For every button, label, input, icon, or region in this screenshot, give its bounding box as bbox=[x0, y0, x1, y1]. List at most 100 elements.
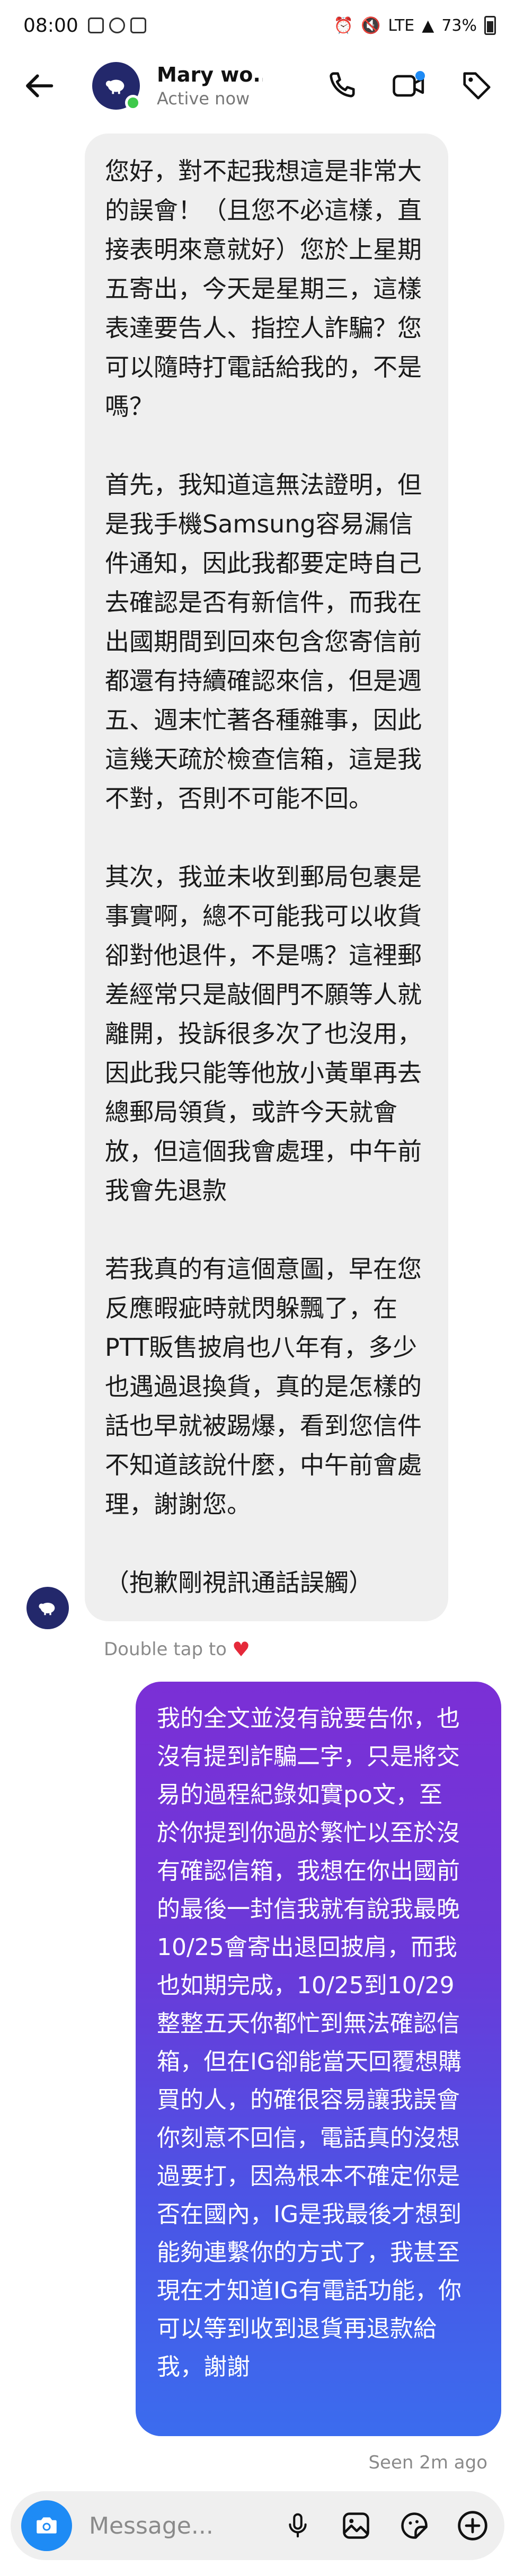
app-notification-icon bbox=[130, 17, 146, 33]
message-line: 您好，對不起我想這是非常大 bbox=[105, 157, 422, 185]
gallery-button[interactable] bbox=[337, 2507, 375, 2545]
message-line: 整整五天你都忙到無法確認信 bbox=[157, 2010, 460, 2037]
gallery-icon bbox=[343, 2512, 369, 2539]
more-options-button[interactable] bbox=[454, 2507, 492, 2545]
microphone-icon bbox=[289, 2513, 307, 2538]
message-line: 易的過程紀錄如實po文，至 bbox=[157, 1781, 442, 1808]
message-line: 其次，我並未收到郵局包裹是 bbox=[105, 863, 422, 891]
message-line: 這幾天疏於檢查信箱，這是我 bbox=[105, 745, 422, 774]
message-line: 現在才知道IG有電話功能，你 bbox=[157, 2277, 462, 2304]
online-indicator bbox=[125, 95, 141, 111]
voice-message-button[interactable] bbox=[279, 2507, 317, 2545]
message-paragraph: （抱歉剛視訊通話誤觸） bbox=[105, 1563, 428, 1602]
contact-info[interactable]: Mary wo... Active now bbox=[157, 63, 263, 109]
mute-icon: 🔇 bbox=[361, 16, 381, 35]
video-call-badge bbox=[415, 71, 425, 81]
message-line: 的最後一封信我就有說我最晚 bbox=[157, 1896, 460, 1923]
message-line: 反應暇疵時就閃躲飄了，在 bbox=[105, 1294, 397, 1322]
message-line: 能夠連繫你的方式了，我甚至 bbox=[157, 2239, 460, 2266]
message-input[interactable] bbox=[89, 2512, 248, 2539]
add-icon bbox=[458, 2511, 487, 2541]
message-line: 件通知，因此我都要定時自己 bbox=[105, 549, 422, 578]
contact-avatar[interactable] bbox=[92, 62, 141, 111]
message-line: 箱，但在IG卻能當天回覆想購 bbox=[157, 2048, 462, 2075]
alarm-icon: ⏰ bbox=[333, 16, 353, 35]
message-line: 不知道該說什麼，中午前會處 bbox=[105, 1451, 422, 1479]
message-line: 去確認是否有新信件，而我在 bbox=[105, 588, 422, 617]
battery-icon bbox=[484, 16, 496, 35]
message-paragraph: 您好，對不起我想這是非常大 的誤會！（且您不必這樣，直 接表明來意就好）您於上星期五… bbox=[105, 152, 428, 426]
chat-header: Mary wo... Active now bbox=[0, 51, 515, 121]
status-time: 08:00 bbox=[23, 14, 78, 37]
message-line: 否在國內，IG是我最後才想到 bbox=[157, 2201, 462, 2228]
presence-status: Active now bbox=[157, 88, 250, 109]
reaction-hint[interactable]: Double tap to ♥ bbox=[104, 1638, 250, 1661]
message-line: 差經常只是敲個門不願等人就 bbox=[105, 980, 422, 1009]
message-line: 10/25會寄出退回披肩，而我 bbox=[157, 1934, 457, 1961]
message-paragraph: 其次，我並未收到郵局包裹是 事實啊，總不可能我可以收貨 卻對他退件，不是嗎？這裡郵差… bbox=[105, 857, 428, 1210]
video-call-button[interactable] bbox=[389, 66, 429, 106]
message-composer bbox=[11, 2491, 504, 2560]
message-line: 我，謝謝 bbox=[157, 2353, 250, 2380]
message-line: 首先，我知道這無法證明，但 bbox=[105, 470, 422, 499]
message-line: 若我真的有這個意圖，早在您 bbox=[105, 1255, 422, 1283]
back-button[interactable] bbox=[18, 64, 63, 108]
message-line: 於你提到你過於繁忙以至於沒 bbox=[157, 1819, 460, 1846]
message-line: 沒有提到詐騙二字，只是將交 bbox=[157, 1743, 460, 1770]
message-line: 五、週末忙著各種雜事，因此 bbox=[105, 706, 422, 734]
message-line: 過要打，因為根本不確定你是 bbox=[157, 2163, 460, 2190]
message-line: 我會先退款 bbox=[105, 1176, 227, 1205]
phone-icon bbox=[330, 72, 355, 97]
message-line: 買的人，的確很容易讓我誤會 bbox=[157, 2086, 460, 2113]
network-label: LTE bbox=[388, 16, 415, 35]
sender-avatar[interactable] bbox=[26, 1587, 69, 1629]
message-line: 嗎？ bbox=[105, 392, 154, 421]
message-line: 都還有持續確認來信，但是週 bbox=[105, 667, 422, 695]
seen-status: Seen 2m ago bbox=[368, 2452, 487, 2473]
camera-icon bbox=[37, 2517, 57, 2534]
notification-icons bbox=[87, 17, 146, 33]
message-line: 因此我只能等他放小黃單再去 bbox=[105, 1059, 422, 1087]
message-line: 表達要告人、指控人詐騙？您 bbox=[105, 314, 422, 342]
message-line: 是我手機Samsung容易漏信 bbox=[105, 510, 413, 538]
signal-icon: ▲ bbox=[422, 16, 434, 35]
message-line: 放，但這個我會處理，中午前 bbox=[105, 1137, 422, 1166]
message-line: 卻對他退件，不是嗎？這裡郵 bbox=[105, 941, 422, 970]
voice-call-button[interactable] bbox=[321, 66, 361, 106]
system-icons: ⏰ 🔇 LTE ▲ 73% bbox=[334, 16, 496, 35]
battery-percent: 73% bbox=[441, 16, 477, 35]
tag-button[interactable] bbox=[457, 66, 497, 106]
message-line: 也遇過退換貨，真的是怎樣的 bbox=[105, 1372, 422, 1401]
message-line: PTT販售披肩也八年有，多少 bbox=[105, 1333, 418, 1362]
message-line: 的誤會！（且您不必這樣，直 bbox=[105, 196, 422, 225]
incoming-message-bubble[interactable]: 您好，對不起我想這是非常大 的誤會！（且您不必這樣，直 接表明來意就好）您於上星期五… bbox=[85, 134, 448, 1621]
message-line: 有確認信箱，我想在你出國前 bbox=[157, 1858, 460, 1885]
message-line: 接表明來意就好）您於上星期 bbox=[105, 235, 422, 264]
message-line: 也如期完成，10/25到10/29 bbox=[157, 1972, 455, 1999]
message-line: 你刻意不回信，電話真的沒想 bbox=[157, 2125, 460, 2152]
camera-button[interactable] bbox=[21, 2500, 72, 2551]
message-line: 可以等到收到退貨再退款給 bbox=[157, 2315, 437, 2342]
message-paragraph: 若我真的有這個意圖，早在您 反應暇疵時就閃躲飄了，在 PTT販售披肩也八年有，多少也… bbox=[105, 1249, 428, 1524]
outgoing-message-bubble[interactable]: 我的全文並沒有說要告你，也 沒有提到詐騙二字，只是將交 易的過程紀錄如實po文，至於… bbox=[136, 1682, 501, 2436]
reaction-hint-text: Double tap to bbox=[104, 1639, 227, 1660]
header-actions bbox=[321, 66, 497, 106]
message-line: 理，謝謝您。 bbox=[105, 1490, 251, 1518]
sheep-logo-icon bbox=[105, 79, 125, 94]
clock-notification-icon bbox=[109, 17, 125, 33]
composer-actions bbox=[279, 2507, 492, 2545]
message-paragraph: 首先，我知道這無法證明，但 是我手機Samsung容易漏信 件通知，因此我都要定時自… bbox=[105, 465, 428, 818]
status-bar: 08:00 ⏰ 🔇 LTE ▲ 73% bbox=[0, 0, 515, 51]
sticker-button[interactable] bbox=[395, 2507, 433, 2545]
tag-icon bbox=[463, 72, 491, 100]
sheep-logo-icon bbox=[39, 1603, 55, 1615]
message-line: 離開，投訴很多次了也沒用， bbox=[105, 1019, 422, 1048]
message-line: （抱歉剛視訊通話誤觸） bbox=[105, 1568, 373, 1597]
message-line: 總郵局領貨，或許今天就會 bbox=[105, 1098, 397, 1126]
message-line: 我的全文並沒有說要告你，也 bbox=[157, 1705, 460, 1732]
gallery-notification-icon bbox=[87, 17, 104, 33]
